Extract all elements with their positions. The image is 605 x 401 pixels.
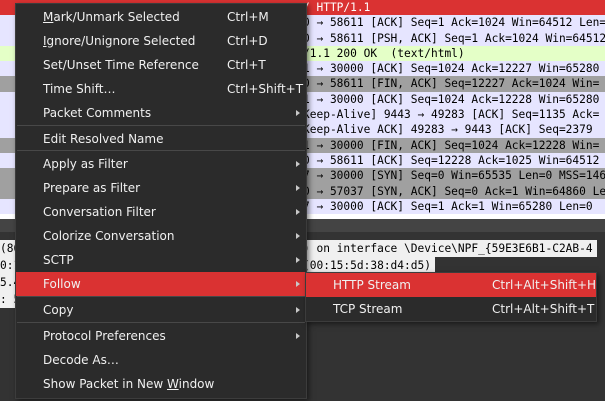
menu-item-packet-comments[interactable]: Packet Comments xyxy=(16,101,306,125)
menu-item-label: Packet Comments xyxy=(43,101,151,125)
menu-separator xyxy=(17,296,305,297)
label-text: Conversation Filter xyxy=(43,205,156,219)
label-text: ark/Unmark Selected xyxy=(53,10,180,24)
label-text: Time Shift… xyxy=(43,82,116,96)
label-text: Follow xyxy=(43,277,81,291)
label-mnemonic: W xyxy=(167,377,179,391)
detail-row-text: ) on interface \Device\NPF_{59E3E6B1-C2A… xyxy=(303,240,597,257)
menu-item-label: Prepare as Filter xyxy=(43,176,140,200)
menu-item-mark-unmark-selected[interactable]: Mark/Unmark Selected Ctrl+M xyxy=(16,5,306,29)
submenu-item-http-stream[interactable]: HTTP Stream Ctrl+Alt+Shift+H xyxy=(306,273,596,297)
submenu-arrow-icon xyxy=(296,307,300,313)
menu-item-ignore-unignore-selected[interactable]: Ignore/Unignore Selected Ctrl+D xyxy=(16,29,306,53)
menu-item-time-shift[interactable]: Time Shift… Ctrl+Shift+T xyxy=(16,77,306,101)
follow-submenu: HTTP Stream Ctrl+Alt+Shift+H TCP Stream Ctr… xyxy=(305,272,597,322)
menu-item-conversation-filter[interactable]: Conversation Filter xyxy=(16,200,306,224)
menu-item-edit-resolved-name[interactable]: Edit Resolved Name xyxy=(16,127,306,151)
menu-item-label: Set/Unset Time Reference xyxy=(43,53,199,77)
menu-item-label: Mark/Unmark Selected xyxy=(43,5,180,29)
label-text: Decode As… xyxy=(43,353,119,367)
submenu-arrow-icon xyxy=(296,209,300,215)
menu-item-label: Ignore/Unignore Selected xyxy=(43,29,195,53)
menu-item-label: Protocol Preferences xyxy=(43,324,166,348)
menu-item-shortcut: Ctrl+Shift+T xyxy=(227,82,304,96)
menu-item-shortcut: Ctrl+D xyxy=(227,34,268,48)
menu-item-label: Follow xyxy=(43,272,81,296)
submenu-arrow-icon xyxy=(296,281,300,287)
menu-item-label: Edit Resolved Name xyxy=(43,127,163,151)
submenu-item-shortcut: Ctrl+Alt+Shift+H xyxy=(492,278,597,292)
menu-item-colorize-conversation[interactable]: Colorize Conversation xyxy=(16,224,306,248)
menu-item-label: Show Packet in New Window xyxy=(43,372,214,396)
submenu-arrow-icon xyxy=(296,233,300,239)
submenu-arrow-icon xyxy=(296,257,300,263)
menu-item-shortcut: Ctrl+M xyxy=(227,10,269,24)
submenu-item-label: HTTP Stream xyxy=(333,278,411,292)
packet-context-menu: Mark/Unmark Selected Ctrl+M Ignore/Unignor… xyxy=(15,3,307,399)
label-text: Colorize Conversation xyxy=(43,229,175,243)
label-text: gnore/Unignore Selected xyxy=(46,34,196,48)
label-text: SCTP xyxy=(43,253,74,267)
menu-item-sctp[interactable]: SCTP xyxy=(16,248,306,272)
label-text: Packet Comments xyxy=(43,106,152,120)
label-text: Prepare as Filter xyxy=(43,181,141,195)
label-text: Copy xyxy=(43,303,74,317)
submenu-arrow-icon xyxy=(296,333,300,339)
label-text: indow xyxy=(178,377,215,391)
menu-item-label: Time Shift… xyxy=(43,77,115,101)
menu-item-copy[interactable]: Copy xyxy=(16,298,306,322)
menu-item-shortcut: Ctrl+T xyxy=(227,58,266,72)
menu-separator xyxy=(17,125,305,126)
label-text: Apply as Filter xyxy=(43,157,128,171)
menu-item-label: SCTP xyxy=(43,248,74,272)
submenu-arrow-icon xyxy=(296,185,300,191)
label-text: Show Packet in New xyxy=(43,377,168,391)
menu-item-label: Copy xyxy=(43,298,73,322)
submenu-arrow-icon xyxy=(296,110,300,116)
label-text: Protocol Preferences xyxy=(43,329,166,343)
submenu-item-shortcut: Ctrl+Alt+Shift+T xyxy=(492,302,595,316)
menu-item-show-packet-in-new-window[interactable]: Show Packet in New Window xyxy=(16,372,306,396)
menu-item-label: Colorize Conversation xyxy=(43,224,175,248)
menu-item-set-unset-time-reference[interactable]: Set/Unset Time Reference Ctrl+T xyxy=(16,53,306,77)
label-text: Set/Unset Time Reference xyxy=(43,58,199,72)
submenu-item-tcp-stream[interactable]: TCP Stream Ctrl+Alt+Shift+T xyxy=(306,297,596,321)
label-text: Edit Resolved Name xyxy=(43,132,164,146)
menu-item-label: Decode As… xyxy=(43,348,119,372)
menu-item-label: Conversation Filter xyxy=(43,200,156,224)
label-mnemonic: M xyxy=(43,10,54,24)
menu-item-prepare-as-filter[interactable]: Prepare as Filter xyxy=(16,176,306,200)
menu-item-label: Apply as Filter xyxy=(43,152,128,176)
menu-item-follow[interactable]: Follow xyxy=(16,272,306,296)
menu-item-apply-as-filter[interactable]: Apply as Filter xyxy=(16,152,306,176)
submenu-item-label: TCP Stream xyxy=(333,302,403,316)
menu-separator xyxy=(17,322,305,323)
menu-item-decode-as[interactable]: Decode As… xyxy=(16,348,306,372)
submenu-arrow-icon xyxy=(296,161,300,167)
menu-item-protocol-preferences[interactable]: Protocol Preferences xyxy=(16,324,306,348)
